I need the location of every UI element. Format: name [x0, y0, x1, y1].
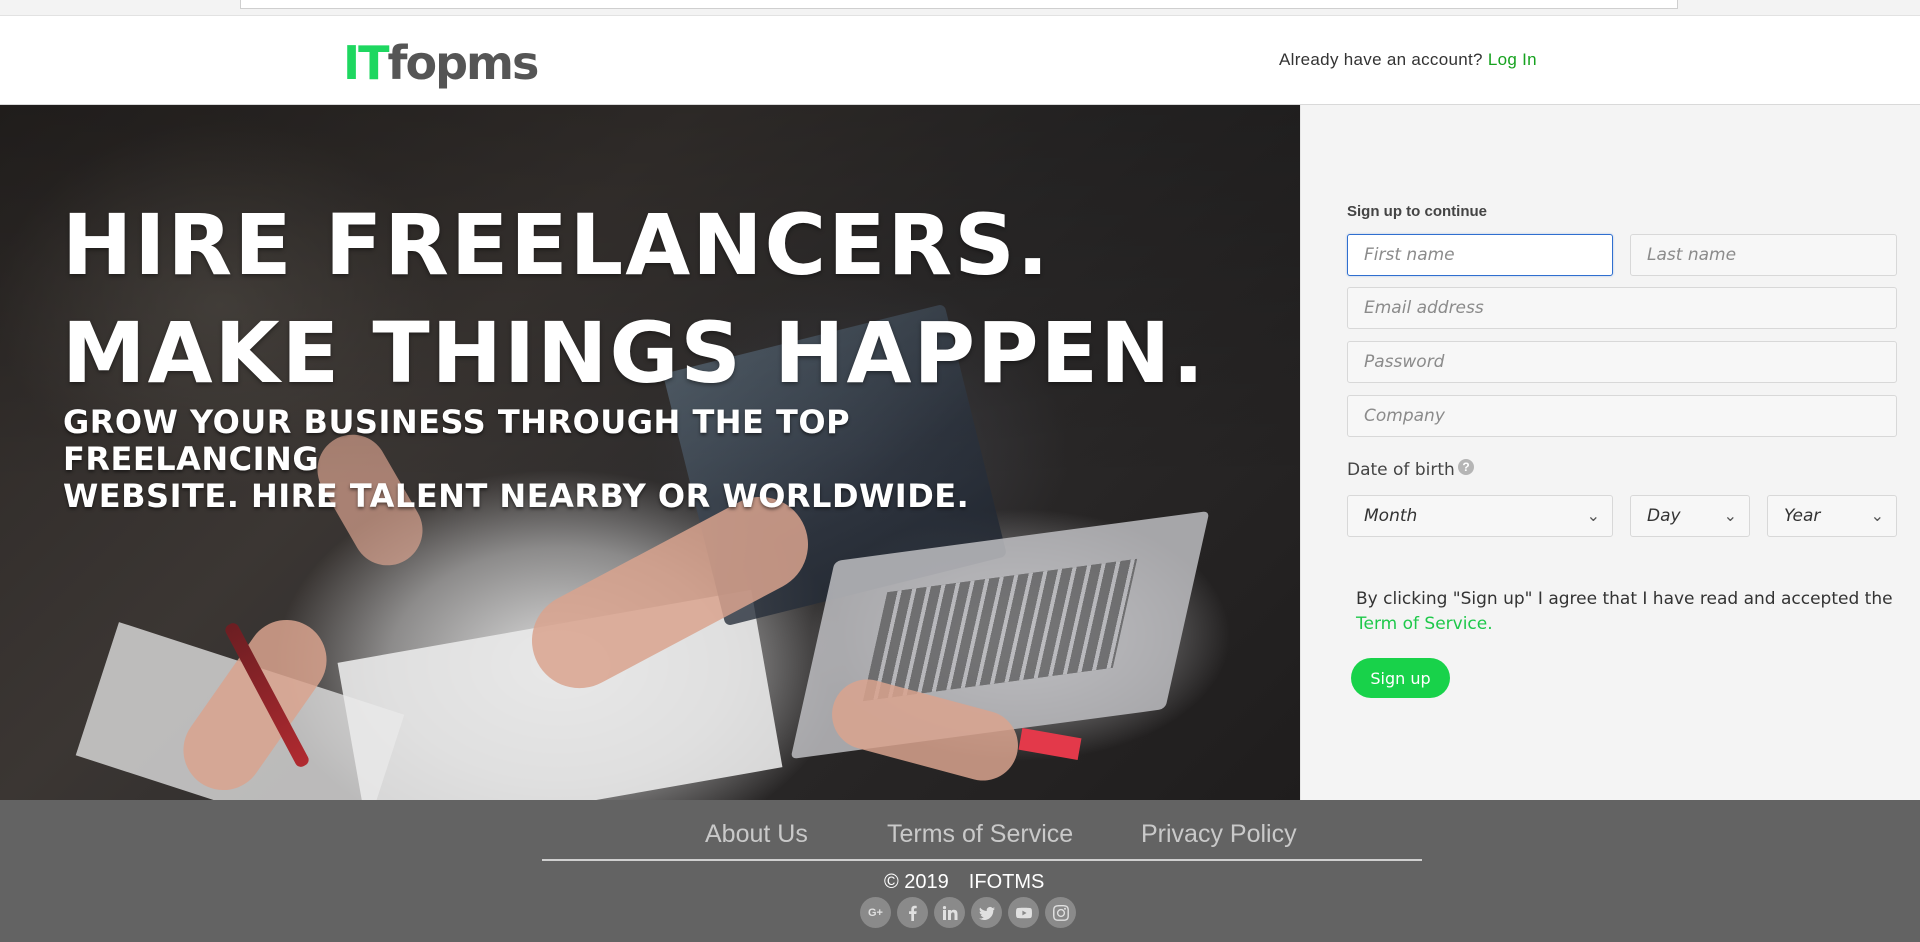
site-footer: About Us Terms of Service Privacy Policy…: [0, 800, 1920, 942]
hero-subheadline: GROW YOUR BUSINESS THROUGH THE TOP FREEL…: [63, 404, 1113, 515]
logo-rest: fopms: [387, 36, 540, 90]
signup-panel: Sign up to continue Date of birth ? Mont…: [1300, 105, 1920, 800]
day-select-label: Day: [1647, 506, 1681, 526]
password-field[interactable]: [1347, 341, 1897, 383]
signup-button[interactable]: Sign up: [1351, 658, 1450, 698]
terms-link[interactable]: Term of Service.: [1356, 614, 1493, 634]
day-select[interactable]: Day ⌄: [1630, 495, 1750, 537]
twitter-icon[interactable]: [971, 897, 1002, 928]
copyright-year: © 2019: [884, 871, 949, 893]
chevron-down-icon: ⌄: [1723, 506, 1737, 525]
year-select[interactable]: Year ⌄: [1767, 495, 1897, 537]
copyright-name: IFOTMS: [968, 871, 1045, 893]
hero-headline-line2: MAKE THINGS HAPPEN.: [62, 304, 1207, 402]
login-link[interactable]: Log In: [1488, 50, 1537, 69]
company-field[interactable]: [1347, 395, 1897, 437]
hero-banner: HIRE FREELANCERS. MAKE THINGS HAPPEN. GR…: [0, 105, 1300, 800]
footer-link-about[interactable]: About Us: [705, 820, 808, 849]
google-plus-icon[interactable]: G+: [860, 897, 891, 928]
chevron-down-icon: ⌄: [1586, 506, 1600, 525]
site-header: ITfopms Already have an account? Log In: [0, 16, 1920, 105]
hero-headline: HIRE FREELANCERS. MAKE THINGS HAPPEN.: [62, 191, 1206, 407]
year-select-label: Year: [1784, 506, 1821, 526]
login-prompt-text: Already have an account?: [1279, 50, 1483, 69]
logo-it: IT: [343, 36, 389, 90]
terms-text: By clicking "Sign up" I agree that I hav…: [1356, 589, 1893, 609]
login-prompt: Already have an account? Log In: [1279, 50, 1537, 70]
month-select-label: Month: [1364, 506, 1418, 526]
hero-subheadline-line2: WEBSITE. HIRE TALENT NEARBY OR WORLDWIDE…: [63, 477, 970, 515]
youtube-icon[interactable]: [1008, 897, 1039, 928]
site-logo[interactable]: ITfopms: [343, 36, 540, 90]
chevron-down-icon: ⌄: [1870, 506, 1884, 525]
email-field[interactable]: [1347, 287, 1897, 329]
form-title: Sign up to continue: [1347, 203, 1487, 220]
last-name-field[interactable]: [1630, 234, 1897, 276]
address-bar[interactable]: [240, 0, 1678, 9]
browser-top-strip: [0, 0, 1920, 16]
footer-link-terms[interactable]: Terms of Service: [887, 820, 1073, 849]
social-icons: G+: [860, 897, 1076, 928]
hero-headline-line1: HIRE FREELANCERS.: [62, 196, 1051, 294]
dob-label: Date of birth: [1347, 460, 1455, 480]
facebook-icon[interactable]: [897, 897, 928, 928]
instagram-icon[interactable]: [1045, 897, 1076, 928]
help-icon[interactable]: ?: [1458, 459, 1474, 475]
hero-subheadline-line1: GROW YOUR BUSINESS THROUGH THE TOP FREEL…: [63, 403, 851, 478]
copyright: © 2019 IFOTMS: [884, 871, 1064, 894]
footer-divider: [542, 859, 1422, 861]
month-select[interactable]: Month ⌄: [1347, 495, 1613, 537]
footer-link-privacy[interactable]: Privacy Policy: [1141, 820, 1297, 849]
linkedin-icon[interactable]: [934, 897, 965, 928]
terms-notice: By clicking "Sign up" I agree that I hav…: [1356, 587, 1916, 637]
first-name-field[interactable]: [1347, 234, 1613, 276]
